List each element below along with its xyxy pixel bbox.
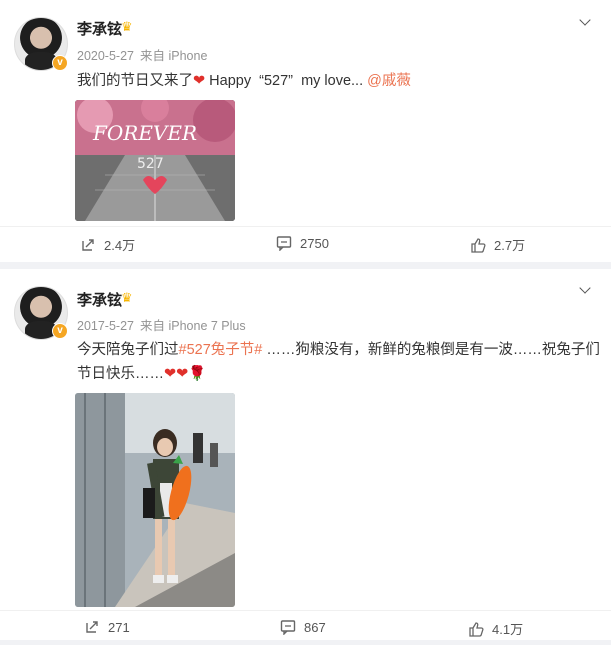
comment-icon <box>280 620 296 635</box>
text-line-2-content: 节日快乐…… <box>77 366 164 382</box>
text-middle: Happy “527” my love... <box>205 73 368 89</box>
share-button[interactable]: 2.4万 <box>80 235 135 254</box>
text-line-2: 节日快乐……❤❤🌹 <box>77 362 600 386</box>
author-name[interactable]: 李承铉 <box>77 18 122 39</box>
hashtag-link[interactable]: #527兔子节# <box>179 342 263 358</box>
text-line-1: 今天陪兔子们过#527兔子节# ……狗粮没有，新鲜的兔粮倒是有一波……祝兔子们 <box>77 338 600 362</box>
forever-527-image: FOREVER 527 <box>75 100 235 221</box>
comment-button[interactable]: 867 <box>280 619 326 635</box>
post-text: 今天陪兔子们过#527兔子节# ……狗粮没有，新鲜的兔粮倒是有一波……祝兔子们 … <box>77 338 600 386</box>
comment-count: 2750 <box>300 235 329 251</box>
like-button[interactable]: 2.7万 <box>470 235 525 254</box>
share-icon <box>82 238 94 251</box>
thumbs-up-icon <box>471 237 486 253</box>
post-meta: 2017-5-27 来自 iPhone 7 Plus <box>77 315 252 334</box>
share-button[interactable]: 271 <box>84 619 130 635</box>
like-count: 4.1万 <box>492 622 524 637</box>
author-name[interactable]: 李承铉 <box>77 289 122 310</box>
post-card: v 李承铉 ♛ 2017-5-27 来自 iPhone 7 Plus 今天陪兔子们… <box>0 269 611 640</box>
verified-badge-icon: v <box>52 323 68 339</box>
like-button[interactable]: 4.1万 <box>468 619 523 638</box>
chevron-down-icon[interactable] <box>579 282 591 294</box>
comment-count: 867 <box>304 619 326 635</box>
mention-link[interactable]: @戚薇 <box>367 73 411 89</box>
action-bar: 2.4万 2750 2.7万 <box>0 226 611 261</box>
share-count: 2.4万 <box>104 238 136 253</box>
heart-emoji: ❤ <box>193 73 206 89</box>
post-text: 我们的节日又来了❤ Happy “527” my love... @戚薇 <box>77 69 411 93</box>
crown-icon: ♛ <box>121 290 133 305</box>
share-icon <box>86 621 98 633</box>
share-count: 271 <box>108 619 130 635</box>
emoji-sequence: ❤❤🌹 <box>164 366 207 382</box>
crown-icon: ♛ <box>121 19 133 34</box>
chevron-down-icon[interactable] <box>579 14 591 26</box>
post-date[interactable]: 2017-5-27 <box>77 319 134 333</box>
post-meta: 2020-5-27 来自 iPhone <box>77 45 213 64</box>
comment-button[interactable]: 2750 <box>276 235 329 251</box>
text-before: 我们的节日又来了 <box>77 73 193 89</box>
post-image[interactable] <box>75 393 235 607</box>
airport-photo <box>75 393 235 607</box>
image-word: FOREVER <box>92 121 197 145</box>
post-source: 来自 iPhone <box>140 49 208 63</box>
image-number: 527 <box>137 156 164 172</box>
post-image[interactable]: FOREVER 527 <box>75 100 235 221</box>
post-card: v 李承铉 ♛ 2020-5-27 来自 iPhone 我们的节日又来了❤ Hap… <box>0 0 611 262</box>
like-count: 2.7万 <box>494 238 526 253</box>
post-source: 来自 iPhone 7 Plus <box>140 319 246 333</box>
comment-icon <box>276 236 292 251</box>
post-date[interactable]: 2020-5-27 <box>77 49 134 63</box>
text-before: 今天陪兔子们过 <box>77 342 179 358</box>
thumbs-up-icon <box>469 621 484 637</box>
text-after: ……狗粮没有，新鲜的兔粮倒是有一波……祝兔子们 <box>262 342 600 358</box>
verified-badge-icon: v <box>52 55 68 71</box>
